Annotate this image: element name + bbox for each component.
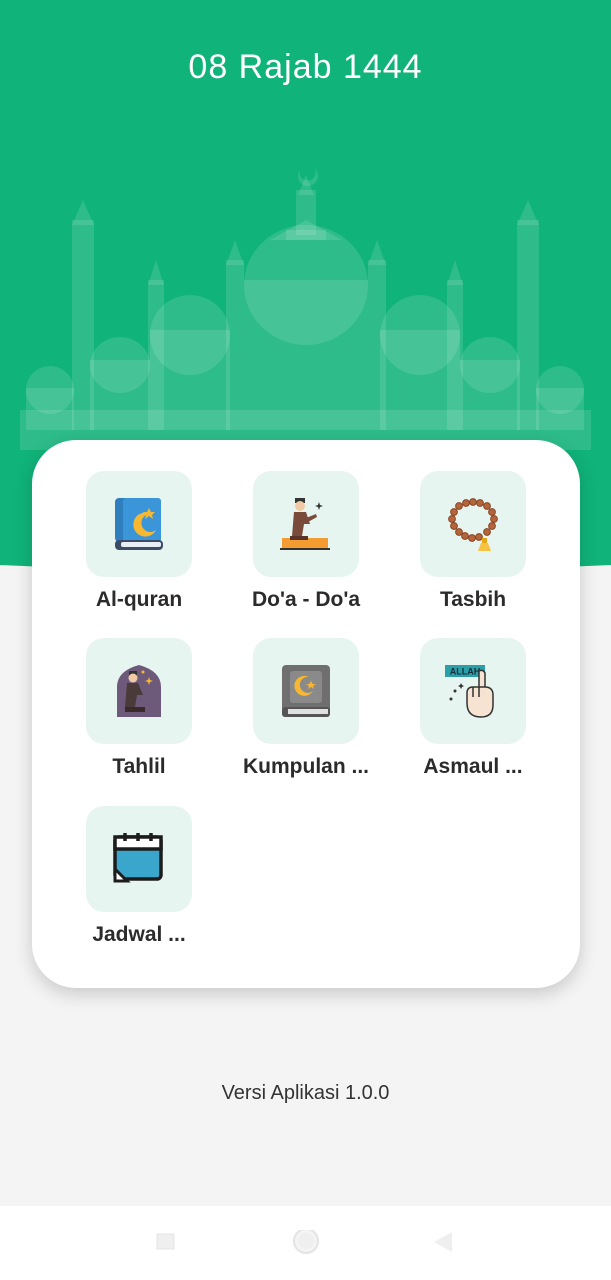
menu-label: Tahlil — [112, 755, 166, 778]
menu-tile — [420, 471, 526, 577]
menu-tile — [86, 638, 192, 744]
praying-man-icon — [280, 498, 330, 550]
menu-label: Kumpulan ... — [243, 755, 369, 778]
menu-tile: ALLAH — [420, 638, 526, 744]
menu-label: Jadwal ... — [92, 923, 186, 946]
tahlil-prayer-icon — [117, 665, 161, 717]
menu-tile — [86, 806, 192, 912]
menu-item-kumpulan[interactable]: Kumpulan ... — [221, 638, 391, 788]
back-icon[interactable] — [432, 1230, 456, 1254]
menu-item-jadwal[interactable]: Jadwal ... — [54, 806, 224, 956]
recent-apps-icon[interactable] — [155, 1230, 177, 1252]
menu-item-doa[interactable]: Do'a - Do'a — [221, 471, 391, 621]
menu-item-alquran[interactable]: Al-quran — [54, 471, 224, 621]
system-navbar — [0, 1206, 611, 1280]
menu-tile — [86, 471, 192, 577]
home-icon[interactable] — [291, 1230, 321, 1260]
prayer-beads-icon — [448, 498, 498, 551]
hijri-date: 08 Rajab 1444 — [188, 48, 423, 86]
app-version: Versi Aplikasi 1.0.0 — [221, 1082, 390, 1104]
menu-item-tahlil[interactable]: Tahlil — [54, 638, 224, 788]
menu-label: Do'a - Do'a — [252, 588, 360, 611]
menu-label: Tasbih — [439, 588, 507, 611]
quran-collection-icon — [282, 665, 330, 717]
menu-item-tasbih[interactable]: Tasbih — [388, 471, 558, 621]
svg-text:ALLAH: ALLAH — [450, 667, 481, 677]
quran-book-icon — [115, 498, 163, 550]
menu-item-asmaul[interactable]: ALLAH Asmaul ... — [388, 638, 558, 788]
menu-tile — [253, 471, 359, 577]
menu-card: Al-quran Do'a - Do'a Tasbih Tahlil Kumpu… — [32, 440, 580, 988]
mosque-silhouette-icon — [20, 168, 591, 450]
calendar-icon — [113, 833, 163, 883]
menu-label: Al-quran — [95, 588, 183, 611]
allah-hand-icon: ALLAH — [445, 665, 494, 718]
menu-label: Asmaul ... — [423, 755, 523, 778]
menu-tile — [253, 638, 359, 744]
